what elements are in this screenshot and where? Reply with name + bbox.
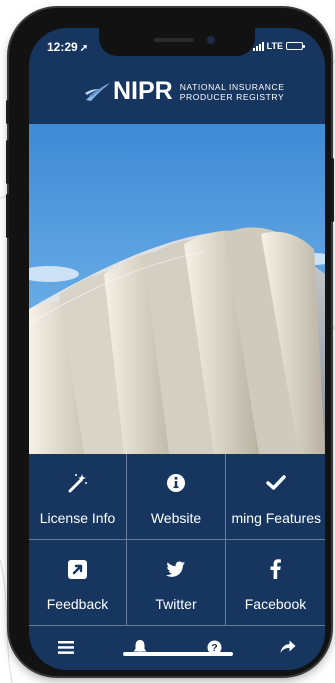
tile-upcoming-features[interactable]: ming Features	[226, 454, 325, 540]
checkmark-icon	[226, 472, 325, 494]
tile-label: License Info	[39, 510, 116, 526]
status-time-text: 12:29	[47, 40, 78, 54]
magic-wand-icon	[29, 472, 126, 494]
location-arrow-icon: ➚	[79, 43, 89, 54]
phone-volume-up	[6, 140, 9, 184]
tile-facebook[interactable]: Facebook	[226, 540, 325, 626]
app-screen: 12:29 ➚ LTE NIPR NATIONAL INSURANCE PRODU…	[29, 28, 325, 670]
phone-volume-down	[6, 194, 9, 238]
logo-subtitle-line2: PRODUCER REGISTRY	[179, 91, 285, 102]
home-indicator[interactable]	[123, 652, 233, 656]
twitter-icon	[127, 558, 225, 580]
phone-side-button	[6, 100, 9, 124]
status-indicators: LTE	[252, 41, 305, 51]
device-notch	[99, 28, 255, 56]
tile-twitter[interactable]: Twitter	[127, 540, 226, 626]
external-link-icon	[29, 558, 126, 580]
battery-icon	[286, 42, 305, 50]
signal-icon	[252, 41, 264, 51]
feature-grid: License Info Website ming Features Feedb…	[29, 454, 325, 626]
nipr-logo: NIPR NATIONAL INSURANCE PRODUCER REGISTR…	[85, 77, 285, 106]
tile-label: Website	[150, 510, 202, 526]
hero-building-image	[29, 124, 325, 454]
help-icon[interactable]: ?	[194, 632, 234, 662]
tile-label: Facebook	[244, 596, 307, 612]
notch-camera	[207, 36, 215, 44]
tile-label: Twitter	[155, 596, 197, 612]
network-label: LTE	[266, 41, 283, 51]
status-time: 12:29 ➚	[47, 40, 88, 54]
tile-license-info[interactable]: License Info	[29, 454, 127, 540]
status-bar: 12:29 ➚ LTE	[29, 28, 325, 64]
logo-wordmark: NIPR	[113, 77, 173, 105]
bottom-tab-bar: ?	[29, 626, 325, 670]
logo-subtitle-line1: NATIONAL INSURANCE	[179, 81, 285, 92]
bell-icon[interactable]	[120, 632, 160, 662]
tile-feedback[interactable]: Feedback	[29, 540, 127, 626]
tile-website[interactable]: Website	[127, 454, 226, 540]
tile-label: ming Features	[231, 510, 321, 526]
phone-power-button	[331, 158, 334, 222]
info-circle-icon	[127, 472, 225, 494]
app-header: NIPR NATIONAL INSURANCE PRODUCER REGISTR…	[29, 64, 325, 124]
menu-icon[interactable]	[46, 632, 86, 662]
logo-subtitle: NATIONAL INSURANCE PRODUCER REGISTRY	[180, 82, 285, 102]
facebook-icon	[226, 558, 325, 580]
swoosh-logo-icon	[85, 82, 110, 101]
tile-label: Feedback	[46, 596, 109, 612]
notch-speaker	[154, 38, 194, 42]
share-icon[interactable]	[268, 632, 308, 662]
